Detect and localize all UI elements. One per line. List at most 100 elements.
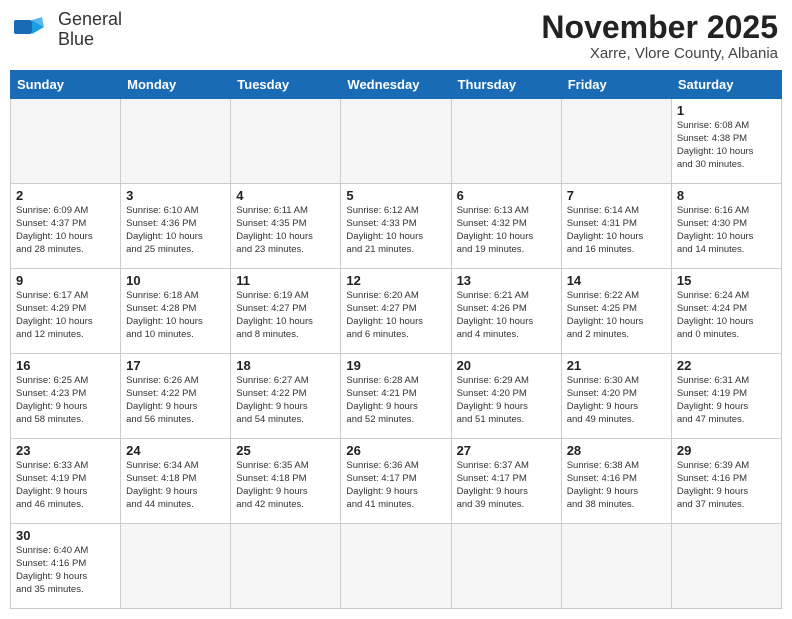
calendar-cell: 6Sunrise: 6:13 AM Sunset: 4:32 PM Daylig…: [451, 184, 561, 269]
location-title: Xarre, Vlore County, Albania: [541, 45, 778, 62]
calendar-cell: 26 Sunrise: 6:36 AM Sunset: 4:17 PM Dayli…: [341, 439, 451, 524]
calendar-cell: 2 Sunrise: 6:09 AM Sunset: 4:37 PM Daylig…: [11, 184, 121, 269]
calendar-week-5: 23 Sunrise: 6:33 AM Sunset: 4:19 PM Dayli…: [11, 439, 782, 524]
day-number: 20: [457, 358, 556, 373]
calendar-cell: 27 Sunrise: 6:37 AM Sunset: 4:17 PM Dayli…: [451, 439, 561, 524]
calendar-cell: [231, 524, 341, 609]
calendar-cell: 16Sunrise: 6:25 AM Sunset: 4:23 PM Dayli…: [11, 354, 121, 439]
calendar-cell: [451, 524, 561, 609]
day-info: Sunrise: 6:17 AM Sunset: 4:29 PM Dayligh…: [16, 290, 115, 341]
day-info: Sunrise: 6:09 AM Sunset: 4:37 PM Dayligh…: [16, 205, 115, 256]
day-info: Sunrise: 6:27 AM Sunset: 4:22 PM Dayligh…: [236, 375, 335, 426]
calendar-cell: 8 Sunrise: 6:16 AM Sunset: 4:30 PM Daylig…: [671, 184, 781, 269]
day-info: Sunrise: 6:21 AM Sunset: 4:26 PM Dayligh…: [457, 290, 556, 341]
logo: General Blue: [14, 10, 122, 50]
calendar-cell: 25 Sunrise: 6:35 AM Sunset: 4:18 PM Dayli…: [231, 439, 341, 524]
day-info: Sunrise: 6:28 AM Sunset: 4:21 PM Dayligh…: [346, 375, 445, 426]
day-number: 12: [346, 273, 445, 288]
day-info: Sunrise: 6:12 AM Sunset: 4:33 PM Dayligh…: [346, 205, 445, 256]
day-number: 28: [567, 443, 666, 458]
calendar-cell: [561, 99, 671, 184]
day-number: 17: [126, 358, 225, 373]
weekday-header-friday: Friday: [561, 71, 671, 99]
calendar-week-2: 2 Sunrise: 6:09 AM Sunset: 4:37 PM Daylig…: [11, 184, 782, 269]
day-number: 22: [677, 358, 776, 373]
logo-text: General Blue: [58, 10, 122, 50]
calendar-cell: 19 Sunrise: 6:28 AM Sunset: 4:21 PM Dayli…: [341, 354, 451, 439]
day-number: 23: [16, 443, 115, 458]
day-number: 2: [16, 188, 115, 203]
day-number: 5: [346, 188, 445, 203]
day-info: Sunrise: 6:16 AM Sunset: 4:30 PM Dayligh…: [677, 205, 776, 256]
title-block: November 2025 Xarre, Vlore County, Alban…: [541, 10, 778, 62]
day-info: Sunrise: 6:22 AM Sunset: 4:25 PM Dayligh…: [567, 290, 666, 341]
day-info: Sunrise: 6:26 AM Sunset: 4:22 PM Dayligh…: [126, 375, 225, 426]
calendar-cell: [451, 99, 561, 184]
day-info: Sunrise: 6:08 AM Sunset: 4:38 PM Dayligh…: [677, 120, 776, 171]
day-number: 8: [677, 188, 776, 203]
calendar-cell: 11Sunrise: 6:19 AM Sunset: 4:27 PM Dayli…: [231, 269, 341, 354]
calendar-cell: 29Sunrise: 6:39 AM Sunset: 4:16 PM Dayli…: [671, 439, 781, 524]
day-number: 14: [567, 273, 666, 288]
calendar-cell: 17 Sunrise: 6:26 AM Sunset: 4:22 PM Dayli…: [121, 354, 231, 439]
calendar-cell: 12Sunrise: 6:20 AM Sunset: 4:27 PM Dayli…: [341, 269, 451, 354]
weekday-header-wednesday: Wednesday: [341, 71, 451, 99]
calendar-cell: [121, 99, 231, 184]
calendar-cell: [11, 99, 121, 184]
calendar-week-4: 16Sunrise: 6:25 AM Sunset: 4:23 PM Dayli…: [11, 354, 782, 439]
day-info: Sunrise: 6:39 AM Sunset: 4:16 PM Dayligh…: [677, 460, 776, 511]
calendar-cell: 4Sunrise: 6:11 AM Sunset: 4:35 PM Daylig…: [231, 184, 341, 269]
day-info: Sunrise: 6:33 AM Sunset: 4:19 PM Dayligh…: [16, 460, 115, 511]
day-number: 27: [457, 443, 556, 458]
day-number: 3: [126, 188, 225, 203]
calendar-cell: 1Sunrise: 6:08 AM Sunset: 4:38 PM Daylig…: [671, 99, 781, 184]
calendar-cell: 7 Sunrise: 6:14 AM Sunset: 4:31 PM Daylig…: [561, 184, 671, 269]
day-info: Sunrise: 6:30 AM Sunset: 4:20 PM Dayligh…: [567, 375, 666, 426]
day-info: Sunrise: 6:18 AM Sunset: 4:28 PM Dayligh…: [126, 290, 225, 341]
weekday-header-saturday: Saturday: [671, 71, 781, 99]
calendar-cell: 23 Sunrise: 6:33 AM Sunset: 4:19 PM Dayli…: [11, 439, 121, 524]
calendar-cell: [671, 524, 781, 609]
calendar-cell: [121, 524, 231, 609]
day-info: Sunrise: 6:14 AM Sunset: 4:31 PM Dayligh…: [567, 205, 666, 256]
day-number: 9: [16, 273, 115, 288]
weekday-header-sunday: Sunday: [11, 71, 121, 99]
weekday-header-row: SundayMondayTuesdayWednesdayThursdayFrid…: [11, 71, 782, 99]
calendar-cell: [231, 99, 341, 184]
day-info: Sunrise: 6:29 AM Sunset: 4:20 PM Dayligh…: [457, 375, 556, 426]
calendar-cell: 5 Sunrise: 6:12 AM Sunset: 4:33 PM Daylig…: [341, 184, 451, 269]
calendar-table: SundayMondayTuesdayWednesdayThursdayFrid…: [10, 70, 782, 609]
calendar-cell: 18 Sunrise: 6:27 AM Sunset: 4:22 PM Dayli…: [231, 354, 341, 439]
day-number: 15: [677, 273, 776, 288]
day-number: 19: [346, 358, 445, 373]
day-info: Sunrise: 6:38 AM Sunset: 4:16 PM Dayligh…: [567, 460, 666, 511]
day-info: Sunrise: 6:13 AM Sunset: 4:32 PM Dayligh…: [457, 205, 556, 256]
day-number: 26: [346, 443, 445, 458]
day-number: 25: [236, 443, 335, 458]
calendar-cell: 30Sunrise: 6:40 AM Sunset: 4:16 PM Dayli…: [11, 524, 121, 609]
day-info: Sunrise: 6:24 AM Sunset: 4:24 PM Dayligh…: [677, 290, 776, 341]
day-number: 7: [567, 188, 666, 203]
day-info: Sunrise: 6:37 AM Sunset: 4:17 PM Dayligh…: [457, 460, 556, 511]
calendar-cell: 22Sunrise: 6:31 AM Sunset: 4:19 PM Dayli…: [671, 354, 781, 439]
day-number: 18: [236, 358, 335, 373]
calendar-week-3: 9 Sunrise: 6:17 AM Sunset: 4:29 PM Daylig…: [11, 269, 782, 354]
day-info: Sunrise: 6:35 AM Sunset: 4:18 PM Dayligh…: [236, 460, 335, 511]
weekday-header-thursday: Thursday: [451, 71, 561, 99]
weekday-header-tuesday: Tuesday: [231, 71, 341, 99]
day-number: 13: [457, 273, 556, 288]
day-info: Sunrise: 6:10 AM Sunset: 4:36 PM Dayligh…: [126, 205, 225, 256]
day-number: 4: [236, 188, 335, 203]
day-number: 16: [16, 358, 115, 373]
calendar-week-1: 1Sunrise: 6:08 AM Sunset: 4:38 PM Daylig…: [11, 99, 782, 184]
calendar-week-6: 30Sunrise: 6:40 AM Sunset: 4:16 PM Dayli…: [11, 524, 782, 609]
day-info: Sunrise: 6:36 AM Sunset: 4:17 PM Dayligh…: [346, 460, 445, 511]
page-header: General Blue November 2025 Xarre, Vlore …: [10, 10, 782, 62]
calendar-cell: 28 Sunrise: 6:38 AM Sunset: 4:16 PM Dayli…: [561, 439, 671, 524]
calendar-cell: 10Sunrise: 6:18 AM Sunset: 4:28 PM Dayli…: [121, 269, 231, 354]
day-info: Sunrise: 6:40 AM Sunset: 4:16 PM Dayligh…: [16, 545, 115, 596]
day-number: 11: [236, 273, 335, 288]
calendar-cell: [561, 524, 671, 609]
calendar-cell: 20 Sunrise: 6:29 AM Sunset: 4:20 PM Dayli…: [451, 354, 561, 439]
calendar-cell: 14 Sunrise: 6:22 AM Sunset: 4:25 PM Dayli…: [561, 269, 671, 354]
